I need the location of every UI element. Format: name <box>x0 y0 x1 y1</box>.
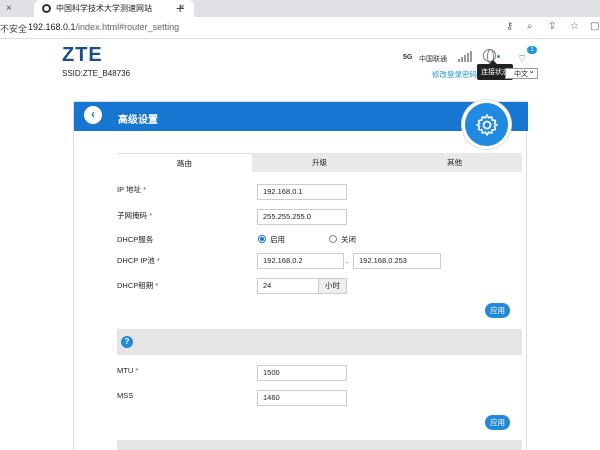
browser-tab[interactable]: 中国科学技术大学测速网站 × <box>34 0 194 17</box>
browser-tab-strip: × 中国科学技术大学测速网站 × + <box>0 0 600 17</box>
previous-tab-close-icon[interactable]: × <box>6 3 12 14</box>
dhcp-disable-label: 关闭 <box>341 235 356 244</box>
star-icon[interactable]: ☆ <box>570 21 579 32</box>
mtu-label: MTU * <box>117 366 139 375</box>
network-type: 5G <box>403 54 413 61</box>
security-indicator[interactable]: 不安全 <box>0 22 27 35</box>
apply-mtu-button[interactable]: 应用 <box>485 415 510 430</box>
share-icon[interactable]: ⇪ <box>548 21 556 32</box>
mtu-section-bar: ? <box>117 329 522 355</box>
tab-title: 中国科学技术大学测速网站 <box>56 4 152 13</box>
tab-other[interactable]: 其他 <box>387 153 522 172</box>
url-path: /index.html#router_setting <box>75 22 180 32</box>
ip-address-label: IP 地址 * <box>117 185 147 194</box>
dhcp-enable-radio[interactable] <box>258 235 266 243</box>
address-bar[interactable]: 192.168.0.1/index.html#router_setting <box>28 22 179 32</box>
signal-strength-icon <box>458 50 472 62</box>
key-icon[interactable]: ⚷ <box>506 21 513 32</box>
browser-toolbar: 不安全 192.168.0.1/index.html#router_settin… <box>0 17 600 39</box>
dhcp-pool-label: DHCP IP池 * <box>117 256 160 265</box>
dhcp-pool-start-input[interactable]: 192.168.0.2 <box>257 253 344 269</box>
next-section-bar <box>117 440 522 450</box>
wifi-badge: 1 <box>527 46 537 54</box>
settings-gear-icon <box>462 100 511 149</box>
settings-tabs: 路由 升级 其他 <box>117 153 522 172</box>
carrier-name: 中国联通 <box>419 56 447 63</box>
back-button[interactable]: ‹ <box>84 106 102 124</box>
new-tab-button[interactable]: + <box>176 0 184 16</box>
zte-logo: ZTE <box>62 44 103 66</box>
mss-label: MSS <box>117 391 134 400</box>
dhcp-lease-input[interactable]: 24 <box>257 278 319 294</box>
panel-header: ‹ 高级设置 <box>74 102 528 131</box>
subnet-mask-input[interactable]: 255.255.255.0 <box>257 209 347 225</box>
dhcp-lease-label: DHCP租期 * <box>117 281 159 290</box>
mtu-input[interactable]: 1500 <box>257 365 347 381</box>
lease-unit: 小时 <box>318 278 347 294</box>
favicon-icon <box>42 4 51 13</box>
tab-routing[interactable]: 路由 <box>117 153 252 172</box>
zoom-icon[interactable]: ⌕ <box>527 21 533 32</box>
dhcp-enable-label: 启用 <box>270 235 285 244</box>
connection-dot-icon <box>497 55 500 58</box>
dhcp-disable-radio[interactable] <box>329 235 337 243</box>
ip-address-input[interactable]: 192.168.0.1 <box>257 184 347 200</box>
dhcp-service-label: DHCP服务 <box>117 235 154 244</box>
wifi-icon[interactable]: ⌔ <box>517 52 527 66</box>
range-separator: - <box>346 258 349 267</box>
apply-router-button[interactable]: 应用 <box>485 303 510 318</box>
page-title: 高级设置 <box>118 115 158 126</box>
tab-upgrade[interactable]: 升级 <box>252 153 387 172</box>
mss-input[interactable]: 1460 <box>257 390 347 406</box>
ssid-label: SSID:ZTE_B48736 <box>62 69 131 78</box>
dhcp-pool-end-input[interactable]: 192.168.0.253 <box>353 253 441 269</box>
profile-icon[interactable]: ▢ <box>590 21 599 32</box>
change-password-link[interactable]: 修改登录密码 <box>432 69 477 80</box>
subnet-mask-label: 子网掩码 * <box>117 211 153 220</box>
language-select[interactable]: 中文 <box>505 66 538 79</box>
help-icon[interactable]: ? <box>121 336 133 348</box>
url-host: 192.168.0.1 <box>28 22 76 32</box>
